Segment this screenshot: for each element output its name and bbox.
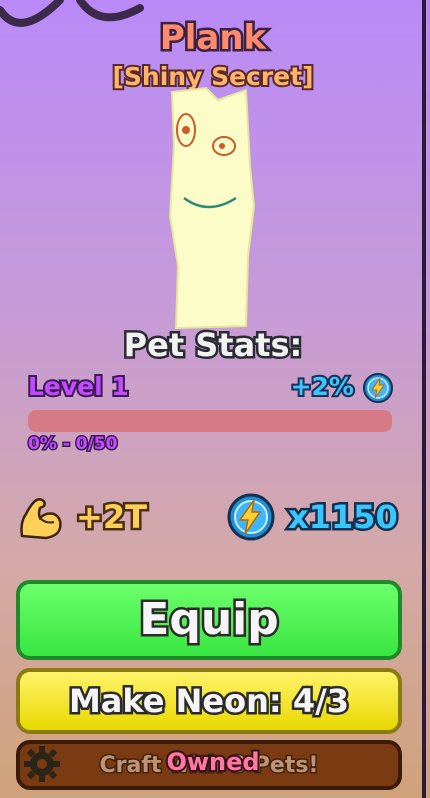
energy-multiplier: x1150	[286, 496, 401, 539]
pet-stats-heading: Pet Stats:	[121, 324, 305, 367]
flexed-bicep-icon	[20, 498, 62, 540]
plank-pet-image	[168, 86, 256, 330]
owned-overlay: Owned	[164, 746, 261, 778]
make-neon-button[interactable]: Make Neon: 4/3	[16, 668, 402, 734]
lightning-bolt-icon	[363, 373, 393, 403]
lightning-bolt-icon	[227, 493, 275, 541]
pet-name: Plank	[157, 16, 268, 61]
level-progress-text: 0% - 0/50	[26, 433, 118, 456]
strength-bonus: +2T	[74, 496, 150, 539]
level-progress-bar	[28, 410, 392, 432]
level-bonus: +2%	[289, 370, 356, 403]
equip-button[interactable]: Equip	[16, 580, 402, 660]
level-label: Level 1	[26, 370, 131, 403]
